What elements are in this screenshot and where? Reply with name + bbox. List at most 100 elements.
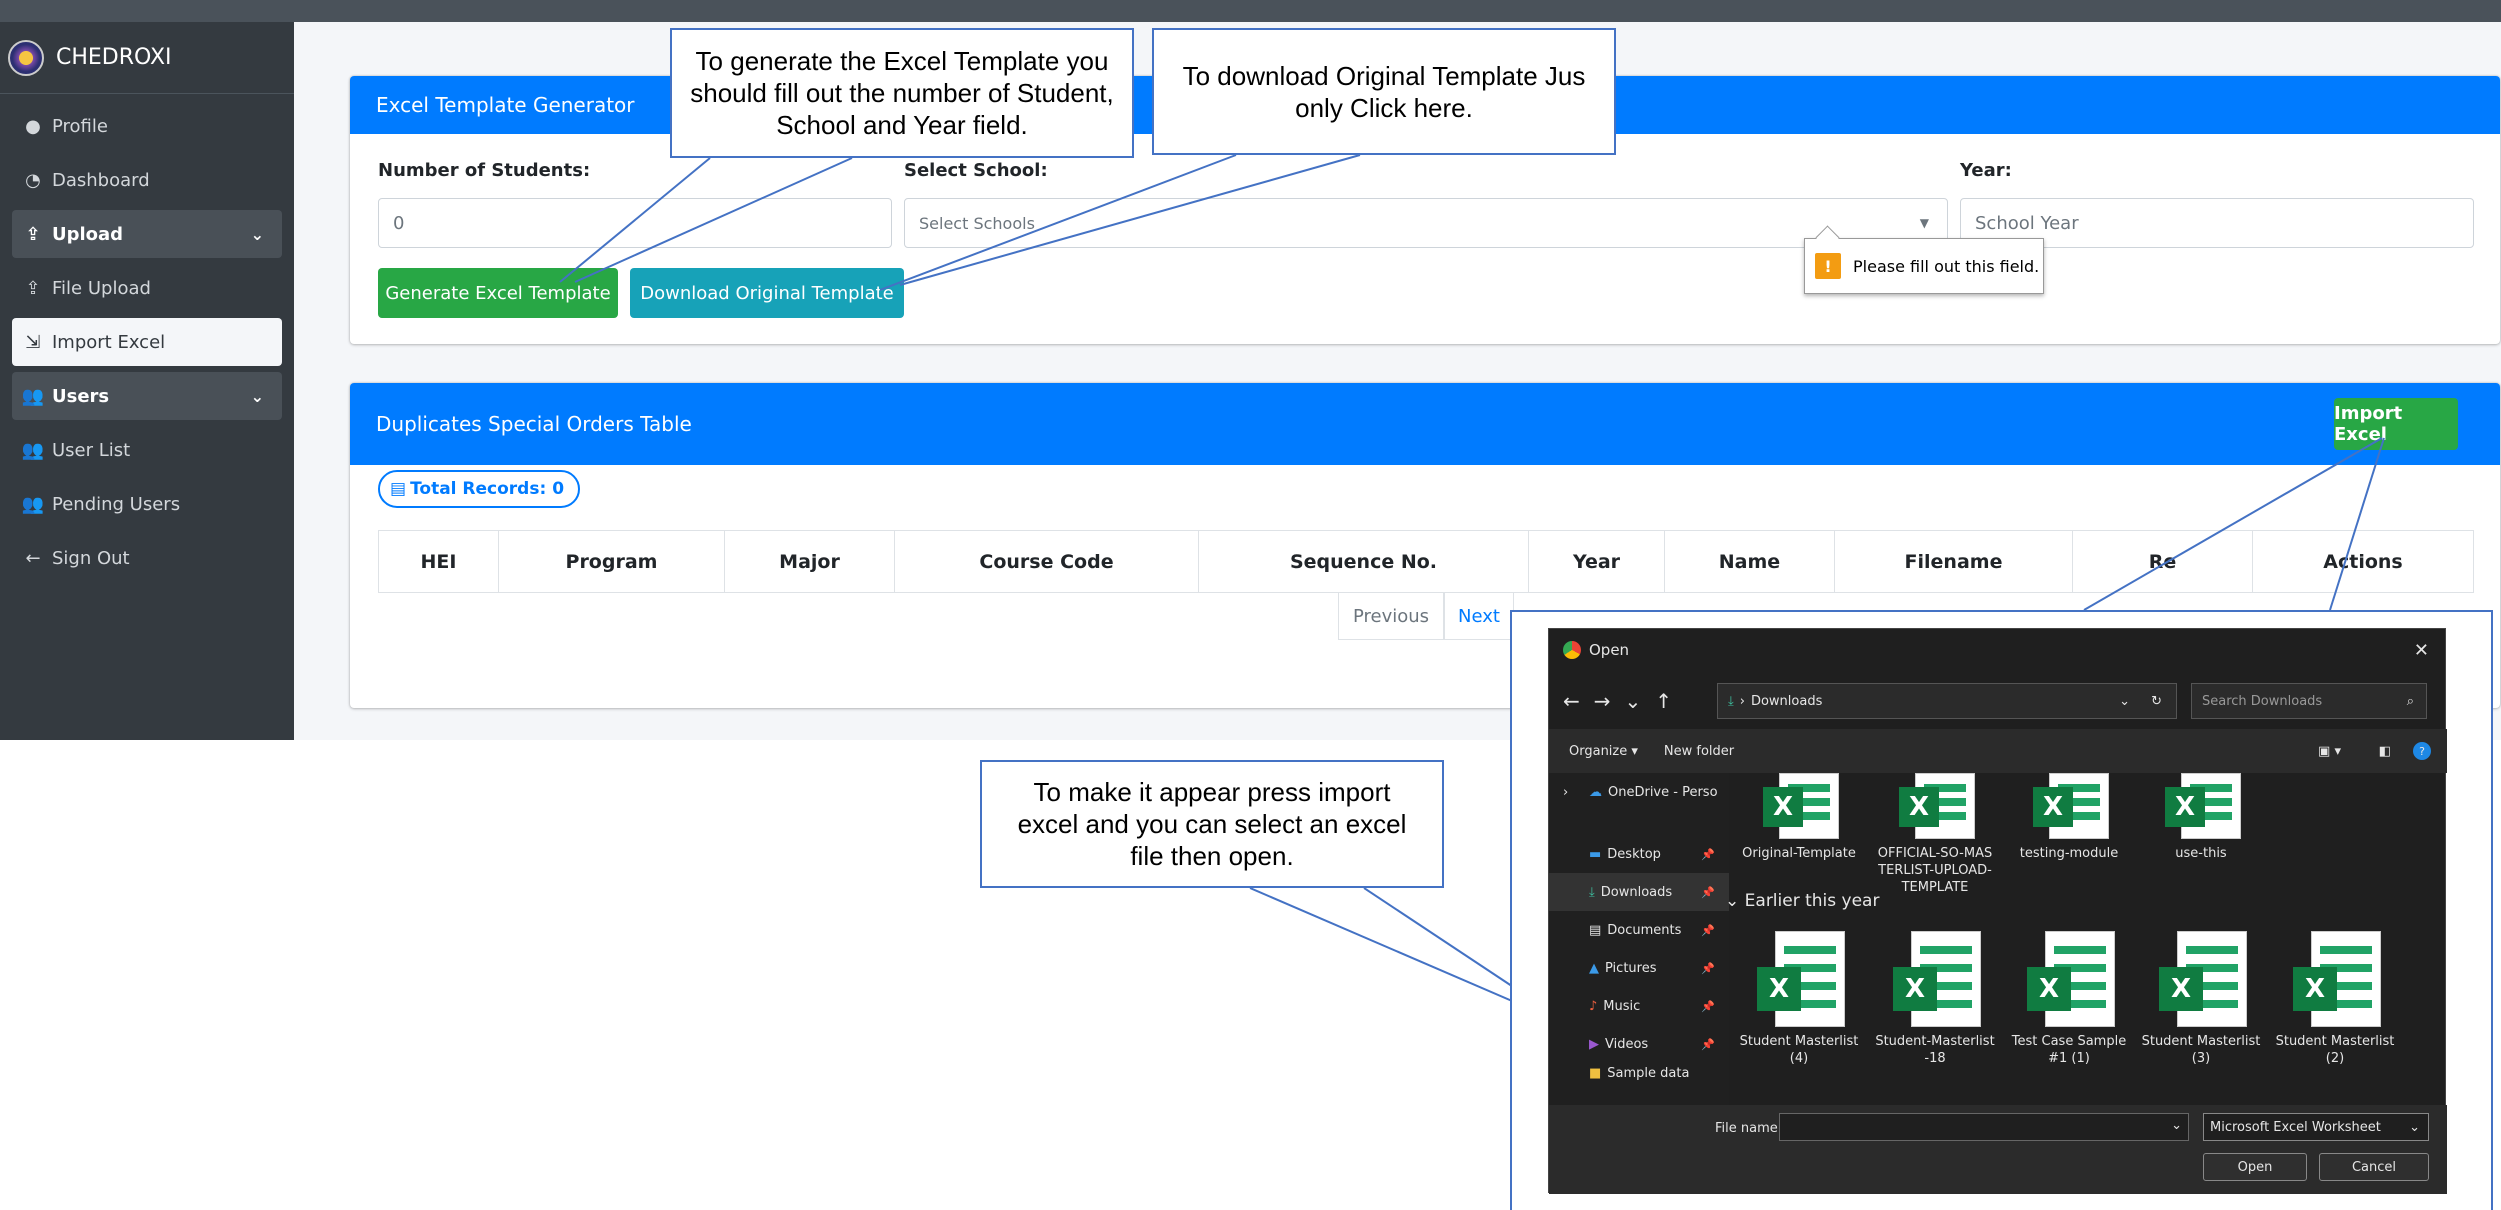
year-placeholder: School Year (1975, 212, 2079, 234)
download-template-callout: To download Original Template Jus only C… (1152, 28, 1616, 155)
sidebar-item-user-list[interactable]: 👥 User List (12, 426, 282, 474)
ched-logo-icon (8, 39, 44, 76)
users-icon: 👥 (21, 385, 45, 407)
col-reason[interactable]: Re (2072, 530, 2253, 593)
sidebar-item-label: Sign Out (52, 547, 130, 569)
students-input[interactable]: 0 (378, 198, 892, 248)
excel-file-icon: X (2289, 931, 2381, 1027)
file-item[interactable]: X Student-Masterlist-18 (1875, 931, 1995, 1067)
previous-page-button[interactable]: Previous (1338, 592, 1444, 640)
chevron-down-icon: ⌄ (2171, 1118, 2182, 1133)
import-excel-callout: To make it appear press import excel and… (980, 760, 1444, 888)
up-icon[interactable]: ↑ (1655, 689, 1686, 713)
tree-label: Documents (1607, 922, 1682, 938)
tree-item-documents[interactable]: ▤ Documents 📌 (1549, 911, 1729, 949)
nav-buttons: ←→⌄↑ (1563, 689, 1686, 713)
organize-button[interactable]: Organize ▾ (1569, 744, 1638, 759)
tree-item-downloads[interactable]: ⤓ Downloads 📌 (1549, 873, 1729, 911)
dialog-title-bar: Open ✕ (1549, 629, 2445, 671)
col-sequence-no[interactable]: Sequence No. (1198, 530, 1529, 593)
dialog-toolbar: Organize ▾ New folder ▣ ▾ ◧ ? (1549, 729, 2447, 773)
students-label: Number of Students: (378, 160, 591, 181)
sidebar-item-label: User List (52, 439, 131, 461)
address-bar[interactable]: ⤓ › Downloads ⌄ ↻ (1717, 683, 2177, 719)
sidebar-item-users[interactable]: 👥 Users ⌄ (12, 372, 282, 420)
forward-icon[interactable]: → (1594, 689, 1625, 713)
import-excel-button[interactable]: Import Excel (2334, 398, 2458, 450)
pin-icon: 📌 (1701, 999, 1715, 1013)
help-icon[interactable]: ? (2413, 742, 2431, 760)
chevron-down-icon[interactable]: ⌄ (1625, 689, 1656, 713)
card-title: Duplicates Special Orders Table (350, 383, 2500, 465)
folder-icon: ■ (1589, 1065, 1602, 1081)
sidebar-item-profile[interactable]: ● Profile (12, 102, 282, 150)
generate-excel-template-button[interactable]: Generate Excel Template (378, 268, 618, 318)
col-program[interactable]: Program (498, 530, 725, 593)
view-icon[interactable]: ▣ ▾ (2318, 744, 2341, 759)
earlier-file-list: X Student Masterlist (4) X Student-Masterl… (1739, 923, 2419, 1105)
col-filename[interactable]: Filename (1834, 530, 2073, 593)
tree-item-desktop[interactable]: ▬ Desktop 📌 (1549, 835, 1729, 873)
file-name-input[interactable]: ⌄ (1779, 1113, 2189, 1141)
file-type-select[interactable]: Microsoft Excel Worksheet ⌄ (2203, 1113, 2429, 1141)
col-actions[interactable]: Actions (2252, 530, 2474, 593)
sidebar-item-upload[interactable]: ⇪ Upload ⌄ (12, 210, 282, 258)
cancel-button[interactable]: Cancel (2319, 1153, 2429, 1181)
tree-item-pictures[interactable]: ▲ Pictures 📌 (1549, 949, 1729, 987)
sidebar-item-label: File Upload (52, 277, 151, 299)
sidebar-item-label: Pending Users (52, 493, 181, 515)
back-icon[interactable]: ← (1563, 689, 1594, 713)
upload-icon: ⇪ (25, 277, 41, 299)
arrow-left-icon: ← (25, 547, 41, 569)
search-downloads-input[interactable]: Search Downloads ⌕ (2191, 683, 2427, 719)
file-item[interactable]: X Test Case Sample #1 (1) (2009, 931, 2129, 1067)
chevron-right-icon: › (1563, 784, 1569, 800)
col-name[interactable]: Name (1664, 530, 1835, 593)
close-icon[interactable]: ✕ (2414, 640, 2429, 661)
dialog-title: Open (1589, 641, 1630, 659)
sidebar-item-dashboard[interactable]: ◔ Dashboard (12, 156, 282, 204)
download-original-template-button[interactable]: Download Original Template (630, 268, 904, 318)
group-header-earlier[interactable]: ⌄ Earlier this year (1725, 891, 1879, 911)
sidebar-item-import-excel[interactable]: ⇲ Import Excel (12, 318, 282, 366)
file-name: use-this (2175, 846, 2227, 861)
col-year[interactable]: Year (1528, 530, 1665, 593)
school-select-placeholder: Select Schools (919, 213, 1035, 233)
file-name-label: File name: (1715, 1121, 1783, 1136)
file-item[interactable]: X Student Masterlist (2) (2275, 931, 2395, 1067)
col-course-code[interactable]: Course Code (894, 530, 1199, 593)
total-records-label: Total Records: 0 (410, 479, 565, 499)
open-button[interactable]: Open (2203, 1153, 2307, 1181)
file-item[interactable]: Xtesting-module (2009, 773, 2129, 862)
file-item[interactable]: X Original-Template (1739, 773, 1859, 862)
file-item[interactable]: Xuse-this (2141, 773, 2261, 862)
brand[interactable]: CHEDROXI (0, 22, 294, 94)
preview-pane-icon[interactable]: ◧ (2379, 744, 2391, 759)
tree-item-videos[interactable]: ▶ Videos 📌 (1549, 1025, 1729, 1063)
file-item[interactable]: X Student Masterlist (4) (1739, 931, 1859, 1067)
file-item[interactable]: X Student Masterlist (3) (2141, 931, 2261, 1067)
tree-label: OneDrive - Perso (1608, 784, 1718, 800)
refresh-icon[interactable]: ↻ (2151, 694, 2162, 709)
col-major[interactable]: Major (724, 530, 895, 593)
next-page-button[interactable]: Next (1444, 592, 1514, 640)
upload-icon: ⇪ (25, 223, 41, 245)
sidebar-item-label: Upload (52, 223, 124, 245)
tree-label: Videos (1605, 1036, 1649, 1052)
sidebar-item-file-upload[interactable]: ⇪ File Upload (12, 264, 282, 312)
tree-item-music[interactable]: ♪ Music 📌 (1549, 987, 1729, 1025)
chevron-down-icon: ⌄ (2409, 1119, 2420, 1135)
tree-item-sample-data[interactable]: ■ Sample data (1549, 1063, 1729, 1083)
tree-label: Pictures (1605, 960, 1657, 976)
sidebar-item-pending-users[interactable]: 👥 Pending Users (12, 480, 282, 528)
col-hei[interactable]: HEI (378, 530, 499, 593)
file-item[interactable]: X OFFICIAL-SO-MASTERLIST-UPLOAD-TEMPLATE (1875, 773, 1995, 896)
chevron-down-icon[interactable]: ⌄ (2119, 694, 2130, 709)
school-select[interactable]: Select Schools ▼ (904, 198, 1948, 248)
tree-item-onedrive[interactable]: › ☁ OneDrive - Perso (1549, 773, 1729, 811)
sidebar-item-sign-out[interactable]: ← Sign Out (12, 534, 282, 582)
excel-file-icon: X (1895, 773, 1975, 839)
document-icon: ▤ (390, 479, 407, 499)
new-folder-button[interactable]: New folder (1664, 744, 1734, 759)
